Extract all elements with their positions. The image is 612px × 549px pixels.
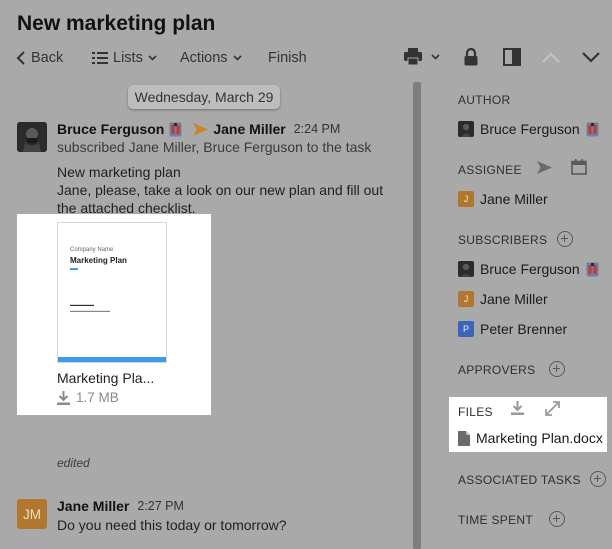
panel-toggle-icon xyxy=(503,48,521,66)
send-icon xyxy=(537,161,552,174)
delegate-button[interactable] xyxy=(537,161,552,179)
approvers-label: APPROVERS xyxy=(458,363,536,377)
document-icon xyxy=(458,430,470,446)
thumb-company: Company Name xyxy=(70,247,114,253)
badge-icon xyxy=(586,122,599,136)
avatar: J xyxy=(458,291,474,307)
due-date-button[interactable] xyxy=(571,159,587,180)
badge-icon xyxy=(586,262,599,276)
message-time: 2:24 PM xyxy=(293,122,341,136)
attachment-name[interactable]: Marketing Pla... xyxy=(57,370,154,386)
message-author[interactable]: Bruce Ferguson xyxy=(57,121,164,137)
user-photo-icon xyxy=(461,123,471,137)
message-body-line: New marketing plan xyxy=(57,164,181,180)
actions-label: Actions xyxy=(180,50,228,66)
file-name: Marketing Plan.docx xyxy=(476,430,603,446)
download-icon xyxy=(511,401,524,415)
attachment-thumbnail[interactable]: Company Name Marketing Plan ▬▬▬▬▬▬ ▬▬▬▬▬… xyxy=(57,222,167,363)
chevron-down-icon xyxy=(232,55,242,61)
chevron-down-icon xyxy=(148,55,157,61)
lists-label: Lists xyxy=(113,50,143,66)
thumb-footer-bar xyxy=(58,357,166,362)
subscriber-item[interactable]: J Jane Miller xyxy=(458,291,548,307)
subscriber-item[interactable]: P Peter Brenner xyxy=(458,321,567,337)
panel-toggle-button[interactable] xyxy=(503,48,521,71)
back-label: Back xyxy=(31,50,64,66)
file-item[interactable]: Marketing Plan.docx xyxy=(458,430,603,446)
lock-icon xyxy=(464,47,478,66)
list-icon xyxy=(92,52,108,64)
message-header: Bruce Ferguson Jane Miller 2:24 PM xyxy=(57,121,340,137)
add-associated-task-button[interactable] xyxy=(590,471,606,487)
assignee-name: Jane Miller xyxy=(480,191,548,207)
badge-icon xyxy=(169,122,182,136)
author-value[interactable]: Bruce Ferguson xyxy=(458,121,599,137)
expand-icon xyxy=(545,401,560,416)
chevron-up-icon xyxy=(542,52,560,63)
attachment-card[interactable]: Company Name Marketing Plan ▬▬▬▬▬▬ ▬▬▬▬▬… xyxy=(17,214,211,415)
back-chevron-icon xyxy=(16,51,25,65)
subscribers-label: SUBSCRIBERS xyxy=(458,233,548,247)
author-name: Bruce Ferguson xyxy=(480,121,580,137)
task-header: New marketing plan Back Lists Actions Fi… xyxy=(0,0,612,82)
subscriber-name: Jane Miller xyxy=(480,291,548,307)
lists-menu-button[interactable]: Lists xyxy=(92,50,157,66)
message-body-line: Jane, please, take a look on our new pla… xyxy=(57,182,384,198)
download-icon[interactable] xyxy=(57,390,70,405)
files-section: FILES Marketing Plan.docx xyxy=(449,397,607,452)
message-header: Jane Miller 2:27 PM xyxy=(57,498,184,514)
avatar[interactable]: JM xyxy=(17,499,47,529)
calendar-icon xyxy=(571,159,587,175)
date-separator: Wednesday, March 29 xyxy=(128,85,280,109)
scrollbar-thumb[interactable] xyxy=(413,82,421,549)
toolbar: Back Lists Actions Finish xyxy=(0,46,612,72)
author-label: AUTHOR xyxy=(458,93,511,107)
previous-task-button[interactable] xyxy=(542,50,560,68)
page-title: New marketing plan xyxy=(17,12,216,35)
user-photo-icon xyxy=(461,263,471,277)
message-body-line: Do you need this today or tomorrow? xyxy=(57,517,287,533)
thumb-text-placeholder: ▬▬▬▬▬▬▬▬▬▬ xyxy=(70,308,110,313)
avatar: P xyxy=(458,321,474,337)
finish-label: Finish xyxy=(268,50,307,66)
avatar: J xyxy=(458,191,474,207)
add-subscriber-button[interactable] xyxy=(557,231,573,247)
thumb-text-placeholder: ▬▬▬▬▬▬ xyxy=(70,302,94,307)
files-label: FILES xyxy=(458,405,493,419)
avatar xyxy=(458,121,474,137)
add-time-spent-button[interactable] xyxy=(549,511,565,527)
finish-button[interactable]: Finish xyxy=(268,50,307,66)
expand-files-button[interactable] xyxy=(545,401,560,421)
subscriber-name: Bruce Ferguson xyxy=(480,261,580,277)
avatar[interactable] xyxy=(17,122,47,152)
lock-button[interactable] xyxy=(464,47,478,71)
chevron-down-icon xyxy=(582,52,600,63)
send-arrow-icon xyxy=(193,122,209,136)
print-menu-button[interactable] xyxy=(404,48,440,71)
actions-menu-button[interactable]: Actions xyxy=(180,50,242,66)
next-task-button[interactable] xyxy=(582,50,600,68)
associated-tasks-label: ASSOCIATED TASKS xyxy=(458,473,581,487)
attachment-size: 1.7 MB xyxy=(57,390,119,405)
back-button[interactable]: Back xyxy=(16,50,63,66)
assignee-label: ASSIGNEE xyxy=(458,163,522,177)
message-time: 2:27 PM xyxy=(137,499,184,513)
avatar xyxy=(458,261,474,277)
feed-scrollbar[interactable] xyxy=(413,82,421,549)
printer-icon xyxy=(404,48,440,66)
time-spent-label: TIME SPENT xyxy=(458,513,534,527)
thumb-accent xyxy=(70,268,78,270)
attachment-size-value: 1.7 MB xyxy=(76,390,119,405)
message-recipient[interactable]: Jane Miller xyxy=(213,121,285,137)
edited-label: edited xyxy=(57,456,90,470)
assignee-value[interactable]: J Jane Miller xyxy=(458,191,548,207)
user-photo-icon xyxy=(17,122,47,152)
message-subline: subscribed Jane Miller, Bruce Ferguson t… xyxy=(57,139,372,155)
add-approver-button[interactable] xyxy=(549,361,565,377)
subscriber-item[interactable]: Bruce Ferguson xyxy=(458,261,599,277)
thumb-title: Marketing Plan xyxy=(70,256,127,265)
subscriber-name: Peter Brenner xyxy=(480,321,568,337)
download-files-button[interactable] xyxy=(511,401,524,420)
message-author[interactable]: Jane Miller xyxy=(57,498,129,514)
